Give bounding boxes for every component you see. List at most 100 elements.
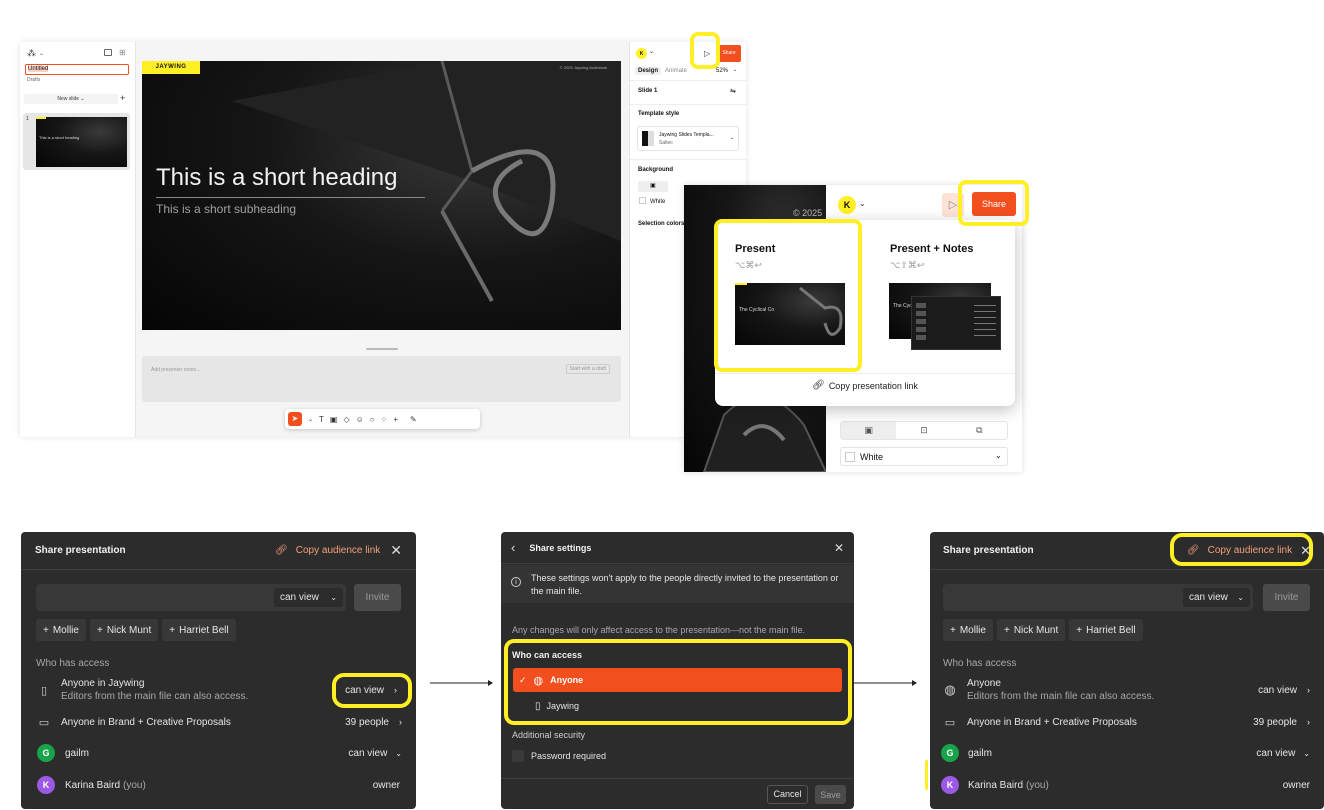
tab-animate[interactable]: Animate <box>665 68 687 74</box>
link-icon[interactable]: 🔗︎ <box>1187 545 1200 556</box>
present-option[interactable]: Present ⌥⌘↩ The Cyclical Co <box>723 226 857 366</box>
chevron-down-icon[interactable]: ⌄ <box>39 50 44 57</box>
move-tool-icon[interactable]: ➤ <box>288 412 302 426</box>
suggest-chip[interactable]: + Harriet Bell <box>162 619 236 641</box>
save-button[interactable]: Save <box>815 785 846 804</box>
component-tool-icon[interactable]: ⁘ <box>381 415 388 424</box>
thumb-heading: This is a short heading <box>39 135 80 140</box>
checkbox[interactable] <box>512 750 524 762</box>
image-tool-icon[interactable]: ▣ <box>330 415 338 424</box>
team-people-button[interactable]: 39 people › <box>1253 717 1310 728</box>
chevron-down-icon[interactable]: ⌄ <box>733 67 737 73</box>
bg-pattern-icon[interactable]: ⊡ <box>896 425 951 436</box>
back-icon[interactable]: ‹ <box>511 540 515 555</box>
zoom-level[interactable]: 52% <box>716 68 728 74</box>
user-permission-select[interactable]: can view ⌄ <box>348 748 402 759</box>
slide-thumbnail-selected[interactable]: 1 This is a short heading <box>23 113 130 170</box>
bg-type-selector: ▣ ⊡ ⧉ <box>840 421 1008 440</box>
present-notes-option[interactable]: Present + Notes ⌥⇧⌘↩ The Cyc <box>865 226 1007 366</box>
close-icon[interactable]: ✕ <box>390 542 402 559</box>
invite-email-input[interactable]: can view ⌄ <box>943 584 1253 611</box>
permission-select[interactable]: can view ⌄ <box>274 588 343 607</box>
link-icon[interactable]: 🔗︎ <box>275 545 288 556</box>
bg-solid-icon[interactable]: ▣ <box>841 422 897 439</box>
suggested-people: + Mollie + Nick Munt + Harriet Bell <box>36 619 236 641</box>
access-option-anyone[interactable]: ✓ ◍ Anyone <box>513 668 842 692</box>
invite-button[interactable]: Invite <box>354 584 401 611</box>
close-icon[interactable]: ✕ <box>834 541 844 555</box>
copy-audience-link[interactable]: Copy audience link <box>1208 545 1293 556</box>
presenter-notes-area[interactable]: Add presenter notes... Start with a draf… <box>142 356 621 402</box>
dialog-title: Share presentation <box>35 545 126 556</box>
resize-handle[interactable] <box>366 348 398 350</box>
suggest-chip[interactable]: + Mollie <box>943 619 993 641</box>
org-permission-button[interactable]: can view › <box>345 685 397 696</box>
chevron-right-icon: › <box>1307 685 1310 695</box>
swap-icon[interactable]: ⇋ <box>730 87 736 95</box>
share-button[interactable]: Share <box>972 192 1016 216</box>
slide-heading[interactable]: This is a short heading <box>156 164 397 192</box>
avatar: K <box>941 776 959 794</box>
invite-email-input[interactable]: can view ⌄ <box>36 584 346 611</box>
slide-subheading[interactable]: This is a short subheading <box>156 202 296 216</box>
start-draft-button[interactable]: Start with a draft <box>565 364 610 374</box>
comment-tool-icon[interactable]: ○ <box>370 415 375 424</box>
figma-menu-icon[interactable]: ⁂ <box>27 48 36 59</box>
play-present-icon[interactable]: ▷ <box>704 49 710 58</box>
grid-view-icon[interactable]: ⊞ <box>119 48 126 57</box>
chevron-down-icon: ⌄ <box>330 593 337 602</box>
building-icon: ▯ <box>40 684 48 697</box>
user-avatar[interactable]: K <box>636 48 647 59</box>
access-option-org[interactable]: ▯ Jaywing <box>513 694 842 718</box>
play-present-button[interactable]: ▷ <box>942 193 964 217</box>
bg-color-select[interactable]: White ⌄ <box>840 447 1008 466</box>
file-title-input[interactable]: Untitled <box>25 64 129 75</box>
share-button[interactable]: Share <box>717 45 741 62</box>
add-slide-icon[interactable]: + <box>120 93 125 103</box>
bg-value[interactable]: White <box>650 199 665 205</box>
suggest-chip[interactable]: + Mollie <box>36 619 86 641</box>
cancel-button[interactable]: Cancel <box>767 785 808 804</box>
text-tool-icon[interactable]: T <box>319 415 324 424</box>
new-slide-button[interactable]: New slide ⌄ <box>24 94 118 104</box>
user-avatar[interactable]: K <box>838 196 856 214</box>
info-text: Any changes will only affect access to t… <box>512 625 805 635</box>
present-title: Present <box>735 243 776 255</box>
suggest-chip[interactable]: + Nick Munt <box>996 619 1066 641</box>
file-location[interactable]: Drafts <box>27 77 40 83</box>
shape-tool-icon[interactable]: ◇ <box>343 415 349 424</box>
sticker-tool-icon[interactable]: ☺ <box>356 415 364 424</box>
invite-button[interactable]: Invite <box>1263 584 1310 611</box>
template-selector[interactable]: Jaywing Slides Templa... Saltec ⌄ <box>637 126 739 151</box>
slide-copyright: © 2025 Jaywing Audiobots <box>559 65 607 70</box>
bg-solid-icon[interactable]: ▣ <box>638 181 668 192</box>
add-tool-icon[interactable]: + <box>393 415 398 424</box>
permission-select[interactable]: can view ⌄ <box>1183 588 1250 607</box>
password-required-checkbox[interactable]: Password required <box>512 750 606 762</box>
share-settings-dialog: ‹ Share settings ✕ i These settings won'… <box>501 532 854 809</box>
option-label: Jaywing <box>546 701 580 711</box>
selection-colors-label: Selection colors <box>638 221 685 227</box>
divider <box>715 373 1015 374</box>
layout-toggle-icon[interactable] <box>104 49 112 56</box>
anyone-permission-value: can view <box>1258 684 1297 696</box>
draw-tool-icon[interactable]: ✎ <box>410 415 417 424</box>
copy-audience-link[interactable]: Copy audience link <box>296 545 381 556</box>
user-permission-select[interactable]: can view ⌄ <box>1256 748 1310 759</box>
team-people-button[interactable]: 39 people › <box>345 717 402 728</box>
chevron-down-icon[interactable]: ⌄ <box>308 416 313 423</box>
bg-image-icon[interactable]: ⧉ <box>952 425 1007 436</box>
chevron-down-icon[interactable]: ⌄ <box>649 48 654 55</box>
copy-presentation-link[interactable]: 🔗︎ Copy presentation link <box>715 380 1015 391</box>
folder-icon: ▭ <box>38 716 50 729</box>
you-tag: (you) <box>1026 779 1049 791</box>
close-icon[interactable]: ✕ <box>1300 543 1311 559</box>
suggest-chip[interactable]: + Harriet Bell <box>1069 619 1143 641</box>
slide-label: Slide 1 <box>638 88 658 94</box>
anyone-permission-button[interactable]: can view › <box>1258 685 1310 696</box>
main-slide[interactable]: JAYWING © 2025 Jaywing Audiobots This is… <box>142 61 621 330</box>
template-name: Jaywing Slides Templa... <box>659 132 714 138</box>
tab-design[interactable]: Design <box>635 67 662 75</box>
chevron-down-icon[interactable]: ⌄ <box>859 199 866 208</box>
suggest-chip[interactable]: + Nick Munt <box>89 619 159 641</box>
